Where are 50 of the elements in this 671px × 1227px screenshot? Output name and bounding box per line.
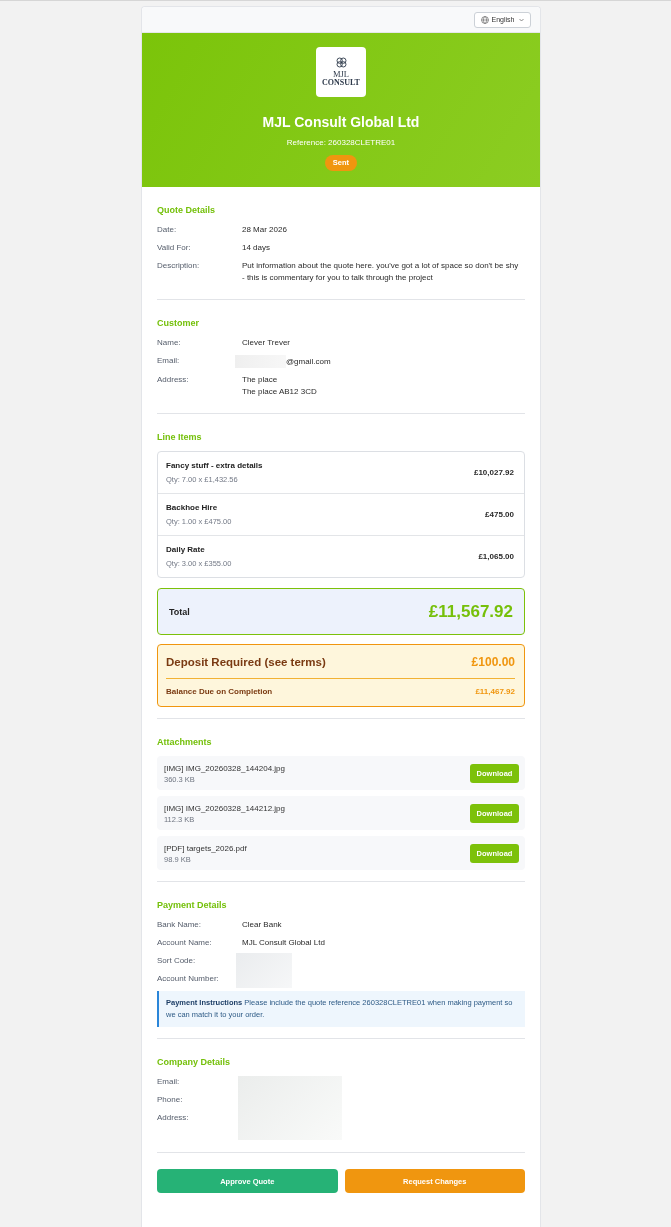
detail-label: Account Name:: [157, 937, 213, 949]
detail-label: Email:: [157, 355, 181, 367]
item-name: Fancy stuff - extra details: [166, 460, 263, 472]
section-heading: Customer: [157, 317, 200, 329]
detail-label: Valid For:: [157, 242, 192, 254]
section-heading: Line Items: [157, 431, 203, 443]
detail-value: @gmail.com: [286, 355, 331, 368]
file-name: [IMG] IMG_20260328_144212.jpg: [164, 802, 285, 814]
item-amount: £475.00: [485, 510, 514, 519]
detail-value: 14 days: [242, 242, 271, 254]
chevron-down-icon: [519, 17, 525, 22]
deposit-label: Deposit Required (see terms): [166, 655, 326, 670]
globe-icon: [480, 15, 489, 24]
detail-value: Put information about the quote here. you've got a lot of space so don't be shy - this is commentary for you to talk through the project: [242, 260, 520, 284]
item-amount: £1,065.00: [478, 552, 514, 561]
detail-label: Sort Code:: [157, 955, 197, 967]
detail-value: The place: [242, 374, 278, 386]
balance-label: Balance Due on Completion: [166, 686, 273, 698]
detail-label: Email:: [157, 1076, 181, 1088]
detail-value: MJL Consult Global Ltd: [242, 937, 325, 949]
detail-label: Bank Name:: [157, 919, 203, 931]
file-name: [IMG] IMG_20260328_144204.jpg: [164, 762, 285, 774]
file-name: [PDF] targets_2026.pdf: [164, 842, 247, 854]
item-name: Daily Rate: [166, 544, 206, 556]
detail-value: 28 Mar 2026: [242, 224, 287, 236]
section-heading: Company Details: [157, 1056, 232, 1068]
detail-value: The place AB12 3CD: [242, 386, 317, 398]
total-label: Total: [169, 606, 190, 617]
item-name: Backhoe Hire: [166, 502, 219, 514]
total-amount: £11,567.92: [428, 601, 513, 622]
company-name: MJL Consult Global Ltd: [262, 113, 420, 131]
item-amount: £10,027.92: [473, 468, 514, 477]
detail-label: Address:: [157, 1112, 190, 1124]
detail-label: Name:: [157, 337, 182, 349]
detail-label: Address:: [157, 374, 190, 386]
section-heading: Payment Details: [157, 899, 228, 911]
detail-value: Clever Trever: [242, 337, 290, 349]
detail-label: Account Number:: [157, 973, 220, 985]
section-heading: Quote Details: [157, 204, 216, 216]
section-heading: Attachments: [157, 736, 213, 748]
balance-amount: £11,467.92: [475, 686, 515, 698]
detail-label: Date:: [157, 224, 178, 236]
detail-label: Description:: [157, 260, 201, 272]
deposit-amount: £100.00: [471, 654, 515, 671]
logo-text: MJL: [332, 70, 350, 78]
quote-reference: Reference: 260328CLETRE01: [286, 138, 396, 148]
logo-emblem-icon: [335, 57, 347, 68]
detail-value: Clear Bank: [242, 919, 282, 931]
logo-text: CONSULT: [322, 78, 360, 87]
detail-label: Phone:: [157, 1094, 184, 1106]
